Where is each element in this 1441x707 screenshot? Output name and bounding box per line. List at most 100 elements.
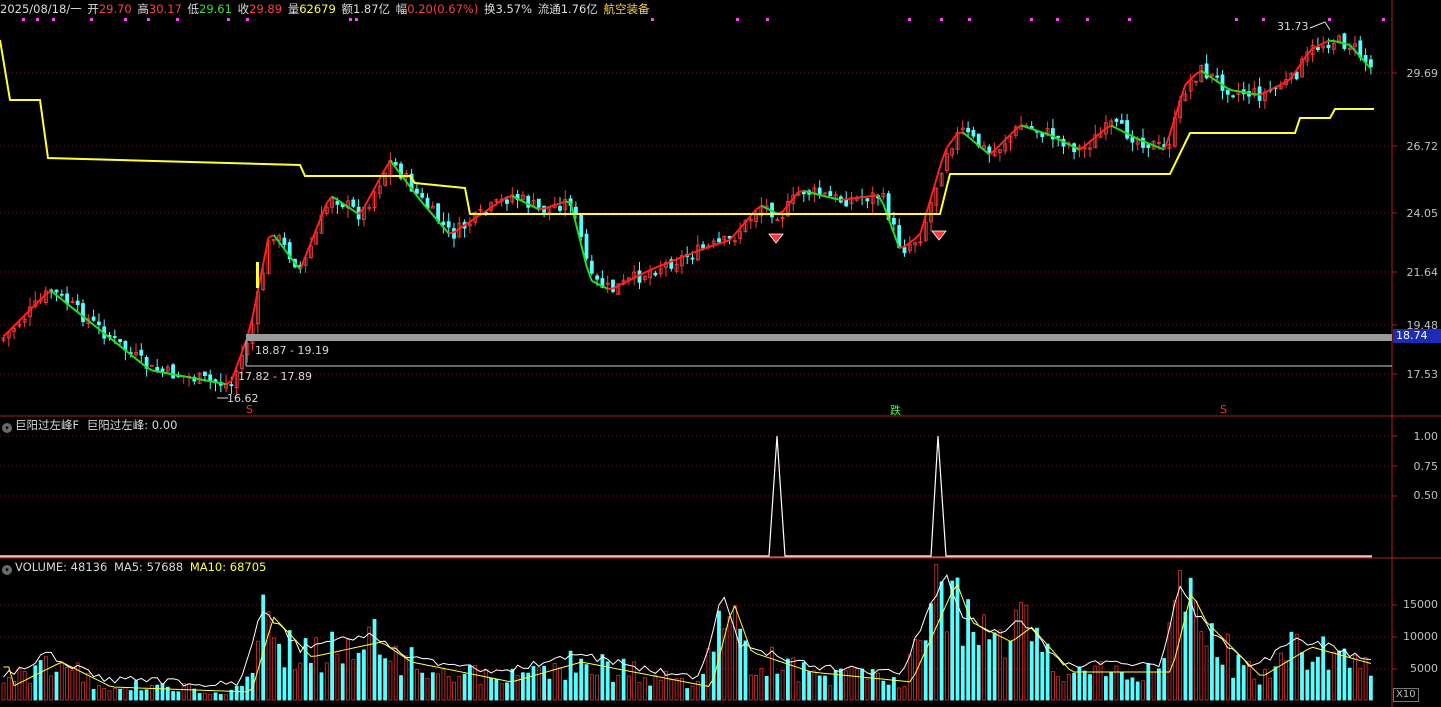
indicator-title[interactable]: ▾ 巨阳过左峰F 巨阳过左峰: 0.00 — [2, 417, 177, 433]
volume-bar — [987, 639, 992, 701]
ma-line — [130, 353, 137, 360]
volume-bar — [817, 675, 822, 701]
marker-dot — [1030, 18, 1033, 21]
volume-bar — [441, 669, 446, 701]
volume-bar — [738, 628, 743, 701]
ma-line — [814, 192, 820, 196]
volume-bar — [1337, 650, 1341, 701]
ma-line — [442, 226, 450, 235]
ma-line — [914, 232, 922, 240]
volume-bar — [971, 631, 976, 701]
candle-body — [717, 238, 721, 243]
volume-bar — [149, 685, 154, 701]
volume-bar — [1082, 670, 1087, 701]
ma-line — [1243, 91, 1250, 95]
volume-bar — [65, 666, 69, 701]
ma-line — [781, 204, 789, 213]
ma-line — [999, 139, 1006, 146]
marker-dot — [124, 18, 127, 21]
volume-bar — [902, 686, 907, 701]
ma-line — [162, 371, 168, 375]
ma-line — [957, 131, 963, 135]
candle-body — [844, 199, 849, 207]
collapse-icon[interactable]: ▾ — [2, 565, 12, 575]
ma-line — [676, 256, 683, 261]
ma-line — [1031, 127, 1038, 132]
marker-dot — [736, 18, 739, 21]
volume-bar — [224, 694, 229, 701]
volume-bar — [91, 688, 96, 701]
ma-line — [45, 290, 52, 295]
volume-bar — [1098, 661, 1103, 701]
volume-bar — [1172, 600, 1177, 701]
candle-body — [202, 371, 207, 377]
ma-line — [1110, 124, 1117, 130]
ma-line — [71, 307, 79, 313]
volume-bar — [139, 690, 144, 701]
volume-bar — [1220, 664, 1225, 701]
ma-line — [210, 380, 216, 384]
volume-bar — [1093, 665, 1098, 701]
ma-line — [299, 255, 307, 270]
axis-tick-6: 17.53 — [1406, 368, 1439, 381]
candle-body — [59, 293, 64, 296]
volume-bar — [436, 673, 441, 701]
ma-line — [1009, 128, 1017, 136]
ma-line — [946, 139, 954, 149]
volume-bar — [1061, 681, 1066, 701]
volume-bar — [536, 667, 541, 701]
ma-line — [1089, 136, 1096, 143]
volume-bar — [945, 631, 949, 701]
ma-line — [919, 215, 927, 234]
volume-bar — [54, 671, 59, 701]
candle-body — [81, 303, 85, 322]
volume-title[interactable]: ▾ VOLUME: 48136 MA5: 57688 MA10: 68705 — [2, 559, 266, 575]
candle-body — [446, 221, 451, 228]
volume-bar — [372, 619, 377, 701]
ma-line — [898, 245, 905, 249]
ma-line — [490, 203, 497, 209]
ma-line — [331, 195, 338, 201]
volume-bar — [860, 668, 864, 701]
volume-bar — [218, 693, 223, 701]
volume-bar — [727, 616, 732, 701]
volume-bar — [621, 658, 626, 701]
ma-line — [1285, 77, 1293, 83]
ma-line — [808, 191, 815, 195]
ma-line — [151, 369, 158, 373]
gem-icon — [768, 233, 784, 244]
ma-line — [66, 302, 74, 309]
axis-tick-1: 29.69 — [1406, 67, 1439, 80]
volume-bar — [1024, 604, 1029, 701]
ma-line — [830, 196, 836, 200]
volume-bar — [388, 660, 393, 701]
ma-line — [114, 341, 121, 347]
volume-bar — [939, 581, 944, 701]
volume-bar — [706, 647, 711, 701]
collapse-icon[interactable]: ▾ — [2, 423, 12, 433]
ma-line — [268, 234, 275, 239]
candle-body — [690, 257, 695, 260]
volume-bar — [521, 672, 525, 701]
volume-bar — [112, 688, 117, 701]
zone-upper-label: 18.87 - 19.19 — [255, 344, 329, 357]
price-chart-svg[interactable] — [0, 0, 1441, 707]
volume-scale-badge[interactable]: X10 — [1393, 688, 1419, 702]
volume-bar — [1109, 672, 1114, 701]
ma-line — [178, 374, 184, 378]
ma-line — [204, 379, 211, 383]
candle-body — [589, 260, 594, 274]
volume-bar — [1066, 674, 1071, 701]
volume-bar — [1019, 602, 1023, 701]
indicator-value: 巨阳过左峰: 0.00 — [86, 418, 178, 432]
volume-bar — [505, 682, 509, 701]
ma-line — [967, 135, 975, 142]
volume-bar — [1326, 669, 1331, 701]
volume-bar — [589, 674, 594, 701]
volume-bar — [934, 564, 939, 701]
volume-bar — [791, 657, 796, 701]
volume-bar — [1, 682, 6, 701]
volume-bar — [542, 665, 546, 701]
ma-line — [1163, 135, 1171, 151]
ma-line — [649, 266, 656, 271]
